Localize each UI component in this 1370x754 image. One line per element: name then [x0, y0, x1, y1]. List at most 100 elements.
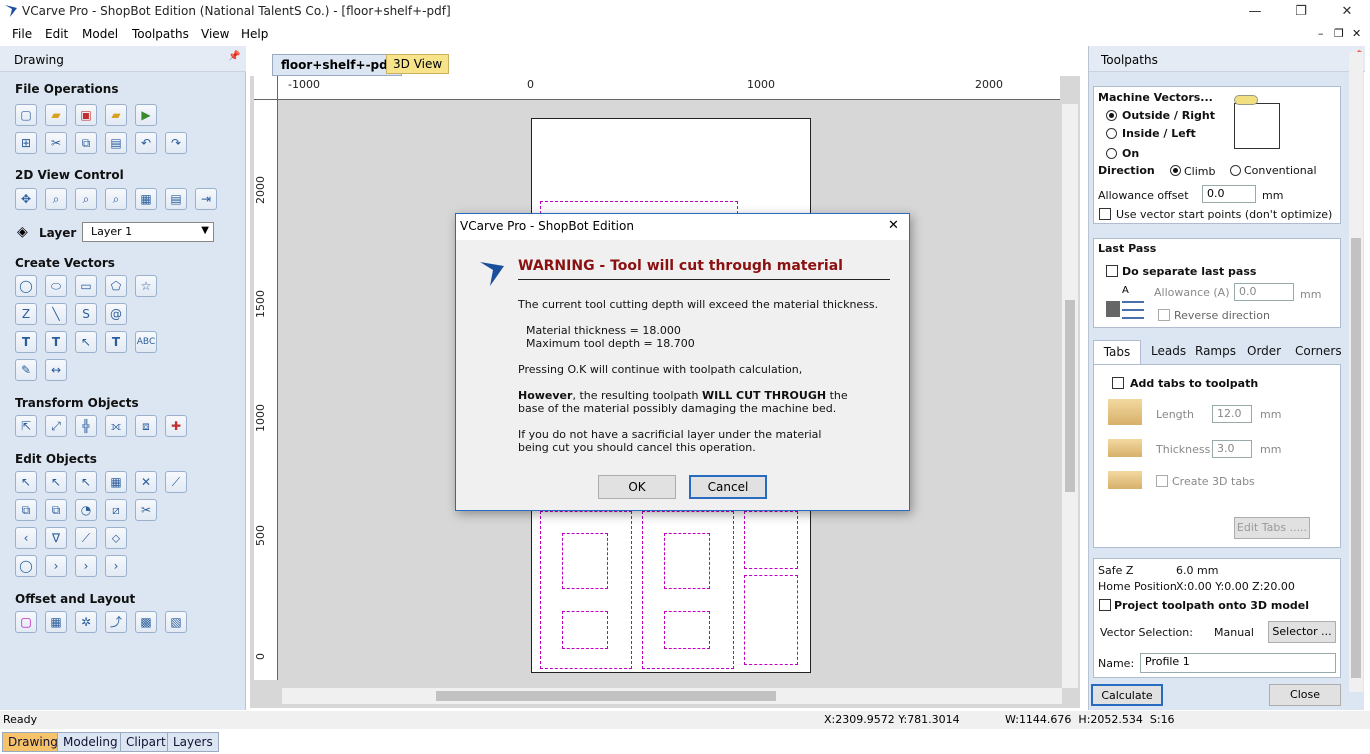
- mirror-icon[interactable]: ⟗: [105, 415, 127, 437]
- view-options-icon[interactable]: ▦: [135, 188, 157, 210]
- calculate-button[interactable]: Calculate: [1091, 684, 1163, 706]
- smooth-icon[interactable]: ›: [75, 555, 97, 577]
- paste-icon[interactable]: ▤: [105, 132, 127, 154]
- menu-model[interactable]: Model: [82, 27, 118, 41]
- offset-icon[interactable]: ▢: [15, 611, 37, 633]
- inside-radio[interactable]: [1106, 128, 1117, 139]
- conventional-radio[interactable]: [1230, 165, 1241, 176]
- set-position-icon[interactable]: ✚: [165, 415, 187, 437]
- array-copy-icon[interactable]: ▦: [45, 611, 67, 633]
- dialog-close-button[interactable]: ✕: [888, 218, 899, 233]
- trace-bitmap-icon[interactable]: ✎: [15, 359, 37, 381]
- intersect-icon[interactable]: ◔: [75, 499, 97, 521]
- do-separate-checkbox[interactable]: [1106, 265, 1118, 277]
- interactive-select-icon[interactable]: ↖: [75, 471, 97, 493]
- vector-part[interactable]: [664, 533, 710, 589]
- job-setup-icon[interactable]: ⊞: [15, 132, 37, 154]
- climb-radio[interactable]: [1170, 165, 1181, 176]
- horizontal-scrollbar[interactable]: [282, 688, 1062, 704]
- text-icon[interactable]: T: [15, 331, 37, 353]
- zoom-selection-icon[interactable]: ⌕: [105, 188, 127, 210]
- tab-corners[interactable]: Corners: [1295, 344, 1342, 358]
- pin-icon[interactable]: 📌: [228, 51, 240, 62]
- tab-leads[interactable]: Leads: [1151, 344, 1186, 358]
- circular-copy-icon[interactable]: ✲: [75, 611, 97, 633]
- menu-help[interactable]: Help: [241, 27, 268, 41]
- nesting-icon[interactable]: ▧: [165, 611, 187, 633]
- distort-icon[interactable]: ⧈: [135, 415, 157, 437]
- curve-icon[interactable]: S: [75, 303, 97, 325]
- align-icon[interactable]: ╬: [75, 415, 97, 437]
- close-button[interactable]: Close: [1269, 684, 1341, 706]
- import-bitmap-icon[interactable]: ▶: [135, 104, 157, 126]
- star-icon[interactable]: ☆: [135, 275, 157, 297]
- toolpath-name-input[interactable]: Profile 1: [1140, 653, 1336, 673]
- import-icon[interactable]: ▰: [105, 104, 127, 126]
- new-file-icon[interactable]: ▢: [15, 104, 37, 126]
- close-window-button[interactable]: ✕: [1324, 0, 1370, 24]
- mdi-minimize-button[interactable]: –: [1318, 27, 1324, 40]
- tab-3d-view[interactable]: 3D View: [386, 54, 450, 74]
- circle-icon[interactable]: ◯: [15, 275, 37, 297]
- extend-icon[interactable]: ⟋: [75, 527, 97, 549]
- reverse-direction-checkbox[interactable]: [1158, 309, 1170, 321]
- save-icon[interactable]: ▣: [75, 104, 97, 126]
- create-3d-tabs-checkbox[interactable]: [1156, 475, 1168, 487]
- zoom-extents-icon[interactable]: ⌕: [75, 188, 97, 210]
- switch-view-icon[interactable]: ⇥: [195, 188, 217, 210]
- subtract-icon[interactable]: ⧉: [45, 499, 67, 521]
- vector-part[interactable]: [744, 511, 798, 569]
- length-input[interactable]: 12.0: [1212, 405, 1252, 423]
- tab-clipart[interactable]: Clipart: [120, 732, 172, 752]
- tab-layers[interactable]: Layers: [167, 732, 219, 752]
- menu-edit[interactable]: Edit: [45, 27, 68, 41]
- text-on-curve-icon[interactable]: ↖: [75, 331, 97, 353]
- polygon-icon[interactable]: ⬠: [105, 275, 127, 297]
- tab-drawing[interactable]: Drawing: [2, 732, 64, 752]
- copy-icon[interactable]: ⧉: [75, 132, 97, 154]
- vector-part[interactable]: [664, 611, 710, 649]
- scale-icon[interactable]: ⤢: [45, 415, 67, 437]
- tab-floor-shelf[interactable]: floor+shelf+-pdf: [272, 54, 402, 76]
- allowance-a-input[interactable]: 0.0: [1234, 283, 1294, 301]
- move-icon[interactable]: ⇱: [15, 415, 37, 437]
- scroll-thumb[interactable]: [436, 691, 776, 701]
- layer-view-icon[interactable]: ▤: [165, 188, 187, 210]
- pan-icon[interactable]: ✥: [15, 188, 37, 210]
- group-icon[interactable]: ▦: [105, 471, 127, 493]
- use-start-points-checkbox[interactable]: [1099, 208, 1111, 220]
- scissors-icon[interactable]: ✂: [135, 499, 157, 521]
- redo-icon[interactable]: ↷: [165, 132, 187, 154]
- edit-tabs-button[interactable]: Edit Tabs .....: [1234, 517, 1310, 539]
- line-icon[interactable]: ╲: [45, 303, 67, 325]
- on-radio[interactable]: [1106, 148, 1117, 159]
- selector-button[interactable]: Selector ...: [1268, 621, 1336, 643]
- scroll-thumb[interactable]: [1351, 238, 1361, 678]
- tab-tabs[interactable]: Tabs: [1093, 340, 1141, 364]
- polyline-icon[interactable]: Z: [15, 303, 37, 325]
- ellipse-icon[interactable]: ⬭: [45, 275, 67, 297]
- tab-ramps[interactable]: Ramps: [1195, 344, 1236, 358]
- auto-layout-text-icon[interactable]: T: [45, 331, 67, 353]
- vector-part[interactable]: [562, 611, 608, 649]
- ok-button[interactable]: OK: [598, 475, 676, 499]
- undo-icon[interactable]: ↶: [135, 132, 157, 154]
- panel-scrollbar[interactable]: [1349, 52, 1363, 692]
- weld-icon[interactable]: ⧉: [15, 499, 37, 521]
- allowance-offset-input[interactable]: 0.0: [1202, 185, 1256, 203]
- dog-bone-icon[interactable]: ∇: [45, 527, 67, 549]
- text-arc-icon[interactable]: ABC: [135, 331, 157, 353]
- copy-along-vector-icon[interactable]: ⤴: [105, 611, 127, 633]
- menu-file[interactable]: File: [12, 27, 32, 41]
- vector-part[interactable]: [744, 575, 798, 665]
- vertical-scrollbar[interactable]: [1062, 104, 1078, 688]
- add-tabs-checkbox[interactable]: [1112, 377, 1124, 389]
- nodes-icon[interactable]: ›: [105, 555, 127, 577]
- cancel-button[interactable]: Cancel: [689, 475, 767, 499]
- close-vectors-icon[interactable]: ◯: [15, 555, 37, 577]
- fillet-icon[interactable]: ‹: [15, 527, 37, 549]
- zoom-icon[interactable]: ⌕: [45, 188, 67, 210]
- project-toolpath-checkbox[interactable]: [1099, 599, 1111, 611]
- menu-toolpaths[interactable]: Toolpaths: [132, 27, 189, 41]
- tab-order[interactable]: Order: [1247, 344, 1281, 358]
